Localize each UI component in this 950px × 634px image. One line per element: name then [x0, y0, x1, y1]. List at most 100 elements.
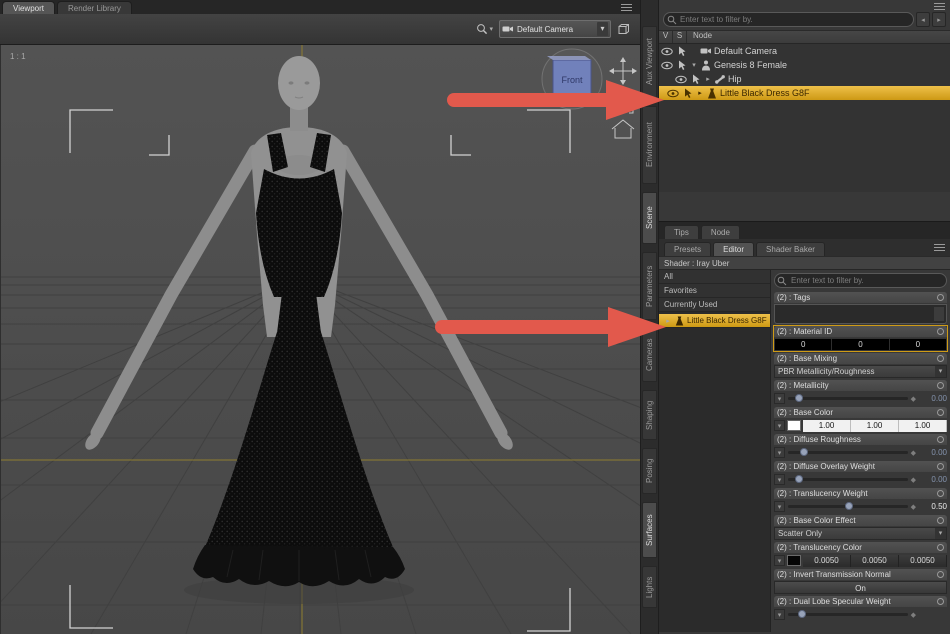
tags-button[interactable]: [933, 306, 945, 322]
translucency-weight-value[interactable]: 0.50: [919, 502, 947, 511]
diffuse-overlay-value[interactable]: 0.00: [919, 475, 947, 484]
tab-shader-baker[interactable]: Shader Baker: [756, 242, 825, 256]
filter-prev-button[interactable]: ◂: [916, 12, 930, 27]
default-diamond-icon: ◆: [911, 611, 916, 619]
prop-group-invert-transmission-normal: (2) : Invert Transmission Normal On: [774, 569, 947, 594]
diffuse-roughness-slider[interactable]: [788, 451, 908, 454]
dock-tab-lights[interactable]: Lights: [642, 566, 657, 608]
surface-list-all[interactable]: All: [659, 270, 770, 284]
cursor-icon[interactable]: [691, 74, 701, 85]
aspect-ratio-label: 1 : 1: [10, 52, 26, 61]
node-label: Little Black Dress G8F: [720, 88, 810, 98]
gear-icon[interactable]: [937, 409, 944, 416]
pane-menu-icon[interactable]: [621, 4, 632, 11]
gear-icon[interactable]: [937, 490, 944, 497]
expander-icon[interactable]: ▸: [704, 75, 712, 83]
tab-tips[interactable]: Tips: [664, 225, 699, 239]
gear-icon[interactable]: [937, 294, 944, 301]
tab-presets[interactable]: Presets: [664, 242, 711, 256]
cursor-icon[interactable]: [683, 88, 693, 99]
translucency-weight-slider[interactable]: [788, 505, 908, 508]
scene-filter-input[interactable]: [663, 12, 914, 27]
viewport-tab-bar: Viewport Render Library: [0, 0, 640, 14]
scene-row-little-black-dress[interactable]: ▸ Little Black Dress G8F: [659, 86, 950, 100]
eye-icon[interactable]: [667, 89, 679, 98]
aux-cube-icon[interactable]: [617, 23, 630, 36]
prop-group-translucency-weight: (2) : Translucency Weight ▾ ◆ 0.50: [774, 488, 947, 513]
gear-icon[interactable]: [937, 598, 944, 605]
gear-icon[interactable]: [937, 463, 944, 470]
tab-render-library[interactable]: Render Library: [57, 1, 132, 14]
dock-tab-surfaces[interactable]: Surfaces: [642, 502, 657, 558]
gear-icon[interactable]: [937, 436, 944, 443]
metallicity-value[interactable]: 0.00: [919, 394, 947, 403]
cursor-icon[interactable]: [677, 46, 687, 57]
diffuse-overlay-slider[interactable]: [788, 478, 908, 481]
base-color-effect-select[interactable]: Scatter Only▾: [774, 527, 947, 540]
dual-lobe-slider[interactable]: [788, 613, 908, 616]
chevron-down-icon: ▾: [935, 366, 946, 377]
surface-list-little-black-dress[interactable]: ▸ Little Black Dress G8F: [659, 314, 770, 328]
scene-row-genesis-8-female[interactable]: ▾ Genesis 8 Female: [659, 58, 950, 72]
prop-group-diffuse-roughness: (2) : Diffuse Roughness ▾ ◆ 0.00: [774, 434, 947, 459]
material-id-values[interactable]: 000: [774, 338, 947, 351]
cursor-icon[interactable]: [677, 60, 687, 71]
invert-transmission-toggle[interactable]: On: [774, 581, 947, 594]
map-menu-icon[interactable]: ▾: [774, 420, 785, 431]
gear-icon[interactable]: [937, 328, 944, 335]
prop-group-diffuse-overlay-weight: (2) : Diffuse Overlay Weight ▾ ◆ 0.00: [774, 461, 947, 486]
surface-list-favorites[interactable]: Favorites: [659, 284, 770, 298]
tab-viewport[interactable]: Viewport: [2, 1, 55, 14]
map-menu-icon[interactable]: ▾: [774, 555, 785, 566]
view-search-button[interactable]: ▾: [476, 23, 493, 35]
prop-group-tags: (2) : Tags: [774, 292, 947, 324]
default-diamond-icon: ◆: [911, 476, 916, 484]
map-menu-icon[interactable]: ▾: [774, 501, 785, 512]
bone-node-icon: [714, 74, 726, 85]
eye-icon[interactable]: [661, 47, 673, 56]
dock-tab-posing[interactable]: Posing: [642, 448, 657, 494]
camera-icon: [502, 24, 514, 34]
gear-icon[interactable]: [937, 571, 944, 578]
expander-icon[interactable]: ▸: [696, 89, 704, 97]
magnifier-icon: [476, 23, 488, 35]
scene-row-hip[interactable]: ▸ Hip: [659, 72, 950, 86]
metallicity-slider[interactable]: [788, 397, 908, 400]
tab-node[interactable]: Node: [701, 225, 740, 239]
property-filter-input[interactable]: [774, 273, 947, 288]
surface-list: All Favorites Currently Used ▸ Little Bl…: [659, 270, 771, 632]
gear-icon[interactable]: [937, 355, 944, 362]
filter-next-button[interactable]: ▸: [932, 12, 946, 27]
prop-group-translucency-color: (2) : Translucency Color ▾ 0.00500.00500…: [774, 542, 947, 567]
pane-menu-icon[interactable]: [934, 244, 945, 251]
base-color-swatch[interactable]: [787, 420, 801, 431]
translucency-color-swatch[interactable]: [787, 555, 801, 566]
scene-pane: ◂ ▸ V S Node Default Camera ▾ Genesis 8 …: [658, 0, 950, 222]
gear-icon[interactable]: [937, 544, 944, 551]
map-menu-icon[interactable]: ▾: [774, 447, 785, 458]
map-menu-icon[interactable]: ▾: [774, 474, 785, 485]
eye-icon[interactable]: [661, 61, 673, 70]
dock-tab-scene[interactable]: Scene: [642, 192, 657, 244]
base-color-values[interactable]: 1.001.001.00: [803, 420, 947, 432]
scene-row-default-camera[interactable]: Default Camera: [659, 44, 950, 58]
gear-icon[interactable]: [937, 382, 944, 389]
camera-select[interactable]: Default Camera ▾: [499, 20, 611, 38]
diffuse-roughness-value[interactable]: 0.00: [919, 448, 947, 457]
map-menu-icon[interactable]: ▾: [774, 609, 785, 620]
gear-icon[interactable]: [937, 517, 944, 524]
dock-tab-shaping[interactable]: Shaping: [642, 390, 657, 440]
eye-icon[interactable]: [675, 75, 687, 84]
pane-menu-icon[interactable]: [934, 3, 945, 10]
scene-tree: Default Camera ▾ Genesis 8 Female ▸ Hip …: [659, 44, 950, 192]
base-mixing-select[interactable]: PBR Metallicity/Roughness▾: [774, 365, 947, 378]
tags-input[interactable]: [774, 304, 947, 324]
default-diamond-icon: ◆: [911, 449, 916, 457]
prop-label: (2) : Base Mixing: [777, 354, 837, 363]
expander-icon[interactable]: ▾: [690, 61, 698, 69]
map-menu-icon[interactable]: ▾: [774, 393, 785, 404]
surfaces-pane: Presets Editor Shader Baker Shader : Ira…: [658, 239, 950, 634]
tab-editor[interactable]: Editor: [713, 242, 754, 256]
translucency-color-values[interactable]: 0.00500.00500.0050: [803, 555, 947, 567]
surface-list-currently-used[interactable]: Currently Used: [659, 298, 770, 312]
